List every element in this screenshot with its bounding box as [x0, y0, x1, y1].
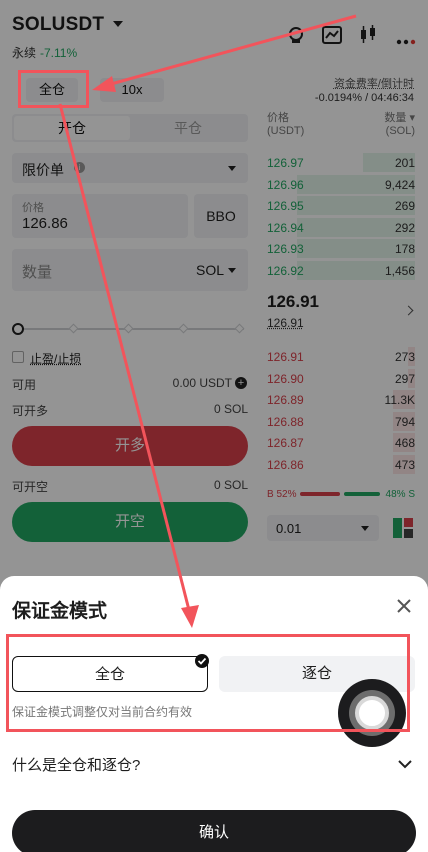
annotation-box-margin-button: [18, 70, 89, 108]
confirm-button[interactable]: 确认: [12, 810, 416, 852]
chevron-down-icon[interactable]: [398, 756, 412, 774]
faq-toggle[interactable]: 什么是全仓和逐仓?: [12, 754, 140, 775]
sheet-title: 保证金模式: [12, 596, 107, 623]
annotation-box-sheet-options: [6, 634, 410, 732]
close-icon[interactable]: [396, 598, 412, 614]
